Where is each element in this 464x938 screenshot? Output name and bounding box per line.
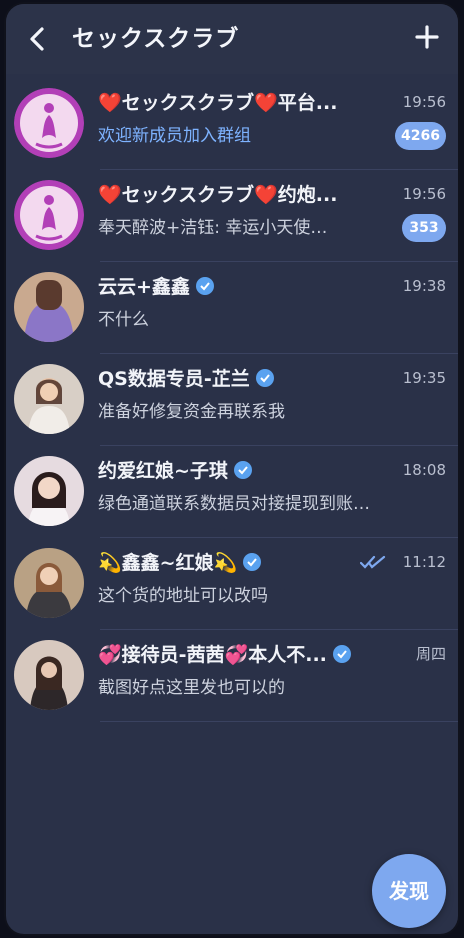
verified-icon: [195, 277, 214, 295]
chat-name-suffix: 本人不...: [248, 644, 327, 666]
chat-name-text: 接待员-茜茜: [121, 644, 225, 666]
chat-name-text: 约爱红娘~子琪: [98, 460, 228, 482]
heart-emoji: ❤️: [98, 92, 122, 114]
verified-icon: [255, 369, 274, 387]
chevron-left-icon[interactable]: [24, 22, 52, 56]
heart-emoji: ❤️: [98, 184, 122, 206]
discover-button[interactable]: 发现: [372, 854, 446, 928]
avatar: [14, 364, 84, 434]
sparkle-emoji: 💫: [98, 552, 122, 574]
plus-icon[interactable]: [412, 22, 442, 52]
chat-row-contact-2[interactable]: QS数据专员-芷兰 19:35 准备好修复资金再联系我: [6, 354, 458, 446]
chat-time: 19:56: [402, 93, 446, 111]
chat-name: ❤️セックスクラブ❤️平台...: [98, 90, 388, 116]
chat-name-text: 鑫鑫~红娘: [121, 552, 214, 574]
heart-emoji: ❤️: [254, 92, 278, 114]
chat-time: 19:56: [402, 185, 446, 203]
group-logo-avatar: [14, 180, 84, 250]
group-logo-avatar: [14, 88, 84, 158]
page-title: セックスクラブ: [72, 26, 240, 52]
chat-name: 💫鑫鑫~红娘💫: [98, 550, 388, 576]
chat-row-contact-5[interactable]: 💞接待员-茜茜💞本人不... 周四 截图好点这里发也可以的: [6, 630, 458, 722]
chat-preview: 准备好修复资金再联系我: [98, 402, 285, 422]
chat-row-contact-3[interactable]: 约爱红娘~子琪 18:08 绿色通道联系数据员对接提现到账…: [6, 446, 458, 538]
verified-icon: [243, 553, 262, 571]
chat-name: 云云+鑫鑫: [98, 274, 388, 300]
avatar: [14, 272, 84, 342]
avatar: [14, 456, 84, 526]
heart-emoji: 💞: [224, 644, 249, 666]
chat-name-text: セックスクラブ: [121, 92, 255, 114]
chat-name-suffix: 约炮...: [277, 184, 338, 206]
top-bar: セックスクラブ: [6, 4, 458, 74]
chat-name-text: QS数据专员-芷兰: [98, 368, 250, 390]
phone-screen: セックスクラブ ❤️セックスクラブ❤️平台... 19:56 欢迎新成员加入群组: [6, 4, 458, 934]
chat-name-text: 云云+鑫鑫: [98, 276, 190, 298]
sparkle-emoji: 💫: [213, 552, 238, 574]
chat-name: 💞接待员-茜茜💞本人不...: [98, 642, 388, 668]
chat-preview: 截图好点这里发也可以的: [98, 678, 285, 698]
chat-preview: 欢迎新成员加入群组: [98, 126, 251, 146]
chat-name: 约爱红娘~子琪: [98, 458, 388, 484]
chat-preview: 这个货的地址可以改吗: [98, 586, 268, 606]
chat-preview: 奉天醉波+洁钰: 幸运小天使…: [98, 218, 328, 238]
chat-time: 19:38: [402, 277, 446, 295]
chat-time: 18:08: [402, 461, 446, 479]
heart-emoji: 💞: [98, 644, 122, 666]
chat-list: ❤️セックスクラブ❤️平台... 19:56 欢迎新成员加入群组 4266 ❤️…: [6, 78, 458, 722]
chat-row-contact-4[interactable]: 💫鑫鑫~红娘💫 11:12 这个货的地址可以改吗: [6, 538, 458, 630]
chat-name: ❤️セックスクラブ❤️约炮...: [98, 182, 388, 208]
avatar: [14, 640, 84, 710]
avatar: [14, 548, 84, 618]
chat-name-suffix: 平台...: [277, 92, 338, 114]
chat-time: 11:12: [402, 553, 446, 571]
chat-time: 周四: [415, 645, 446, 663]
chat-row-group-1[interactable]: ❤️セックスクラブ❤️平台... 19:56 欢迎新成员加入群组 4266: [6, 78, 458, 170]
heart-emoji: ❤️: [254, 184, 278, 206]
verified-icon: [233, 461, 252, 479]
unread-badge: 4266: [395, 122, 446, 150]
chat-time: 19:35: [402, 369, 446, 387]
chat-row-group-2[interactable]: ❤️セックスクラブ❤️约炮... 19:56 奉天醉波+洁钰: 幸运小天使… 3…: [6, 170, 458, 262]
chat-preview: 不什么: [98, 310, 149, 330]
chat-row-contact-1[interactable]: 云云+鑫鑫 19:38 不什么: [6, 262, 458, 354]
verified-icon: [332, 645, 351, 663]
chat-preview: 绿色通道联系数据员对接提现到账…: [98, 494, 370, 514]
chat-name-text: セックスクラブ: [121, 184, 255, 206]
chat-name: QS数据专员-芷兰: [98, 366, 388, 392]
unread-badge: 353: [402, 214, 446, 242]
read-double-check-icon: [359, 554, 386, 574]
